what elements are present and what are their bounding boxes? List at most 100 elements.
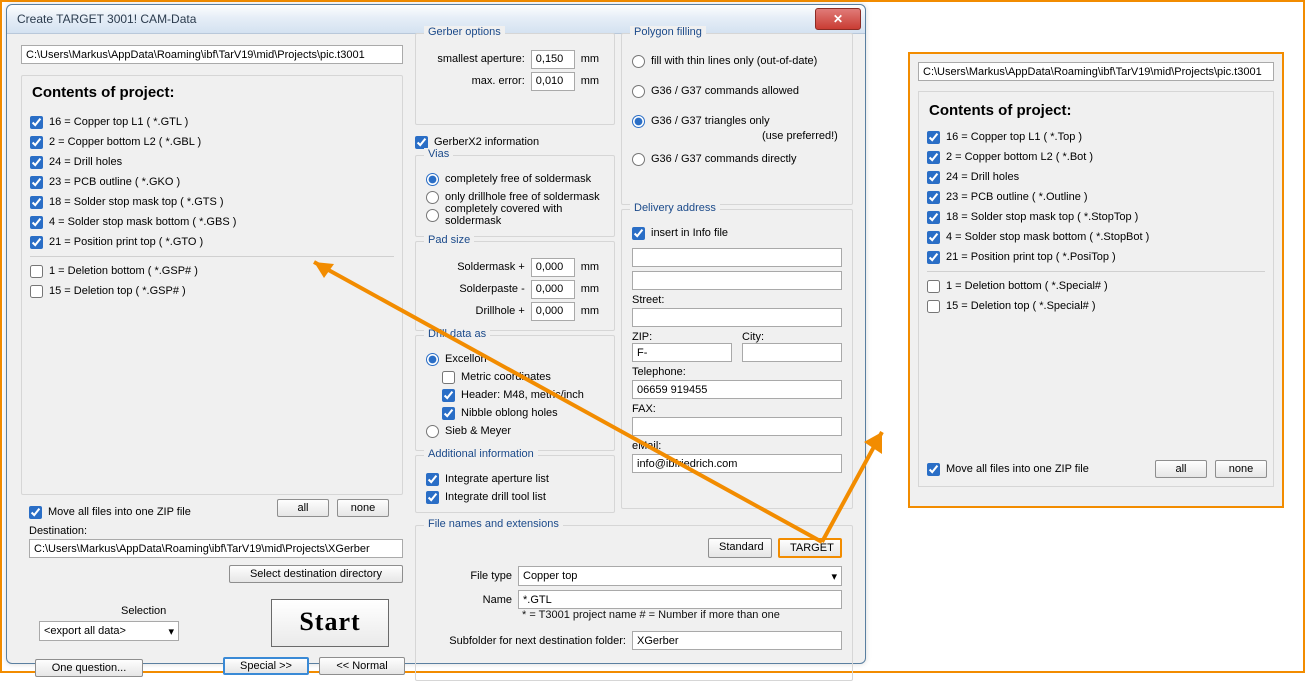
subfolder-input[interactable]: [632, 631, 842, 650]
drilldata-legend: Drill data as: [424, 328, 490, 340]
name-input[interactable]: [518, 590, 842, 609]
layer-checkbox[interactable]: [927, 151, 940, 164]
additional-legend: Additional information: [424, 448, 538, 460]
layer-checkbox[interactable]: [30, 285, 43, 298]
zip-label-r: Move all files into one ZIP file: [946, 463, 1089, 475]
address-line2[interactable]: [632, 271, 842, 290]
layer-checkbox[interactable]: [30, 116, 43, 129]
email-input[interactable]: [632, 454, 842, 473]
zip-checkbox-row-r: Move all files into one ZIP file: [927, 460, 1089, 478]
layer-checkbox[interactable]: [927, 251, 940, 264]
normal-button[interactable]: << Normal: [319, 657, 405, 675]
layer-row: 18 = Solder stop mask top ( *.GTS ): [30, 192, 394, 212]
delivery-group: Delivery address insert in Info file Str…: [621, 209, 853, 509]
metric-checkbox[interactable]: [442, 371, 455, 384]
maxerror-input[interactable]: [531, 72, 575, 91]
layer-checkbox[interactable]: [927, 211, 940, 224]
selection-dropdown[interactable]: <export all data> ▾: [39, 621, 179, 641]
zip-input[interactable]: [632, 343, 732, 362]
comparison-panel: C:\Users\Markus\AppData\Roaming\ibf\TarV…: [908, 52, 1284, 508]
street-input[interactable]: [632, 308, 842, 327]
layer-checkbox[interactable]: [30, 196, 43, 209]
layer-row: 18 = Solder stop mask top ( *.StopTop ): [927, 207, 1265, 227]
layer-label: 21 = Position print top ( *.GTO ): [49, 236, 203, 248]
layer-label: 1 = Deletion bottom ( *.GSP# ): [49, 265, 198, 277]
layer-row: 2 = Copper bottom L2 ( *.GBL ): [30, 132, 394, 152]
aperture-input[interactable]: [531, 50, 575, 69]
all-button[interactable]: all: [277, 499, 329, 517]
layer-label: 4 = Solder stop mask bottom ( *.GBS ): [49, 216, 236, 228]
poly-opt1[interactable]: [632, 55, 645, 68]
main-window: Create TARGET 3001! CAM-Data ✕ C:\Users\…: [6, 4, 866, 664]
poly-opt3[interactable]: [632, 115, 645, 128]
polygon-legend: Polygon filling: [630, 26, 706, 38]
layer-checkbox[interactable]: [927, 131, 940, 144]
zip-checkbox-r[interactable]: [927, 463, 940, 476]
drill-tool-list-checkbox[interactable]: [426, 491, 439, 504]
layer-checkbox[interactable]: [927, 171, 940, 184]
one-question-button[interactable]: One question...: [35, 659, 143, 677]
layer-row: 23 = PCB outline ( *.GKO ): [30, 172, 394, 192]
target-button[interactable]: TARGET: [778, 538, 842, 558]
layer-row: 15 = Deletion top ( *.GSP# ): [30, 281, 394, 301]
insert-info-checkbox[interactable]: [632, 227, 645, 240]
layer-checkbox[interactable]: [30, 176, 43, 189]
start-button[interactable]: Start: [271, 599, 389, 647]
layer-label: 4 = Solder stop mask bottom ( *.StopBot …: [946, 231, 1149, 243]
layer-checkbox[interactable]: [30, 216, 43, 229]
address-line1[interactable]: [632, 248, 842, 267]
selection-value: <export all data>: [44, 625, 126, 637]
aperture-label: smallest aperture:: [426, 53, 525, 65]
layer-label: 2 = Copper bottom L2 ( *.Bot ): [946, 151, 1093, 163]
solderpaste-input[interactable]: [531, 280, 575, 299]
layer-checkbox[interactable]: [927, 280, 940, 293]
vias-opt1[interactable]: [426, 173, 439, 186]
selection-label: Selection: [121, 605, 166, 617]
sieb-radio[interactable]: [426, 425, 439, 438]
excellon-radio[interactable]: [426, 353, 439, 366]
header-checkbox[interactable]: [442, 389, 455, 402]
layer-checkbox[interactable]: [30, 236, 43, 249]
layer-label: 23 = PCB outline ( *.Outline ): [946, 191, 1088, 203]
layer-checkbox[interactable]: [927, 191, 940, 204]
vias-opt2[interactable]: [426, 191, 439, 204]
drillhole-input[interactable]: [531, 302, 575, 321]
telephone-input[interactable]: [632, 380, 842, 399]
padsize-group: Pad size Soldermask +mm Solderpaste -mm …: [415, 241, 615, 331]
gerberx2-label: GerberX2 information: [434, 136, 539, 148]
poly-opt2[interactable]: [632, 85, 645, 98]
layer-label: 2 = Copper bottom L2 ( *.GBL ): [49, 136, 201, 148]
layer-checkbox[interactable]: [30, 265, 43, 278]
aperture-list-checkbox[interactable]: [426, 473, 439, 486]
fax-input[interactable]: [632, 417, 842, 436]
special-button[interactable]: Special >>: [223, 657, 309, 675]
layer-checkbox[interactable]: [927, 231, 940, 244]
none-button[interactable]: none: [337, 499, 389, 517]
filetype-dropdown[interactable]: Copper top▾: [518, 566, 842, 586]
gerberx2-checkbox[interactable]: [415, 136, 428, 149]
maxerror-label: max. error:: [426, 75, 525, 87]
delivery-legend: Delivery address: [630, 202, 720, 214]
layer-checkbox[interactable]: [927, 300, 940, 313]
zip-checkbox[interactable]: [29, 506, 42, 519]
destination-field[interactable]: C:\Users\Markus\AppData\Roaming\ibf\TarV…: [29, 539, 403, 558]
layer-row: 23 = PCB outline ( *.Outline ): [927, 187, 1265, 207]
vias-opt3[interactable]: [426, 209, 439, 222]
layer-label: 16 = Copper top L1 ( *.GTL ): [49, 116, 188, 128]
close-button[interactable]: ✕: [815, 8, 861, 30]
layer-checkbox[interactable]: [30, 156, 43, 169]
none-button-r[interactable]: none: [1215, 460, 1267, 478]
standard-button[interactable]: Standard: [708, 538, 772, 558]
soldermask-input[interactable]: [531, 258, 575, 277]
city-input[interactable]: [742, 343, 842, 362]
contents-title-r: Contents of project:: [929, 102, 1265, 119]
project-path-field[interactable]: C:\Users\Markus\AppData\Roaming\ibf\TarV…: [21, 45, 403, 64]
poly-opt4[interactable]: [632, 153, 645, 166]
select-destination-button[interactable]: Select destination directory: [229, 565, 403, 583]
nibble-checkbox[interactable]: [442, 407, 455, 420]
layer-checkbox[interactable]: [30, 136, 43, 149]
all-button-r[interactable]: all: [1155, 460, 1207, 478]
name-hint: * = T3001 project name # = Number if mor…: [522, 609, 842, 621]
destination-label: Destination:: [29, 525, 87, 537]
project-path-field-r[interactable]: C:\Users\Markus\AppData\Roaming\ibf\TarV…: [918, 62, 1274, 81]
